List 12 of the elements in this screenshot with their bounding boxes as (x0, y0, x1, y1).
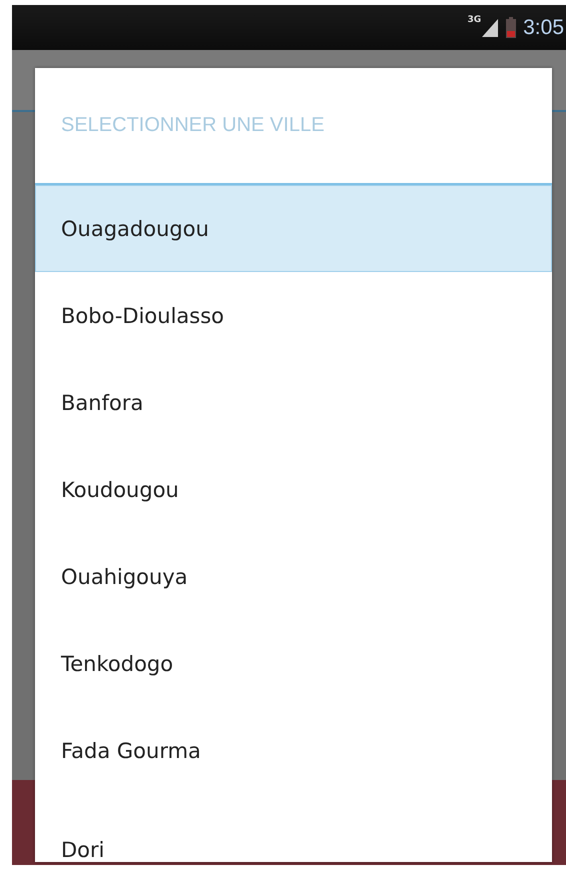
city-item[interactable]: Ouahigouya (35, 533, 552, 620)
city-item[interactable]: Koudougou (35, 446, 552, 533)
city-item[interactable]: Banfora (35, 359, 552, 446)
city-item[interactable]: Fada Gourma (35, 707, 552, 794)
city-item[interactable]: Tenkodogo (35, 620, 552, 707)
clock: 3:05 (523, 16, 564, 40)
city-item[interactable]: Ouagadougou (35, 185, 552, 272)
network-type: 3G (467, 15, 482, 25)
battery-icon (505, 16, 518, 38)
city-item[interactable]: Bobo-Dioulasso (35, 272, 552, 359)
signal-icon (481, 18, 500, 38)
city-item[interactable]: Dori (35, 794, 552, 862)
